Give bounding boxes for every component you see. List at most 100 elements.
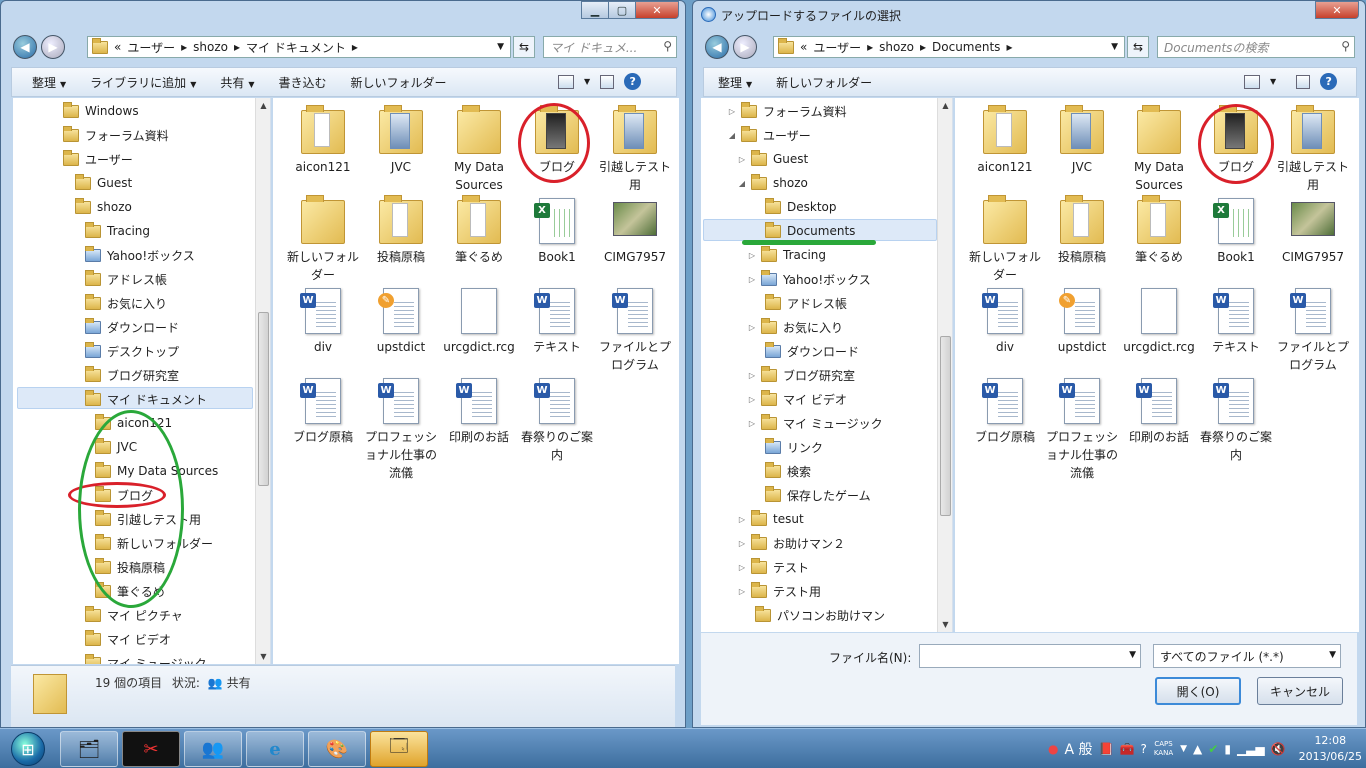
- tree-item[interactable]: ▷ テスト用: [737, 580, 821, 602]
- scroll-down-arrow[interactable]: ▼: [938, 617, 952, 632]
- title-bar[interactable]: ▁ ▢ ✕: [1, 1, 685, 27]
- tree-item[interactable]: ▷ マイ ミュージック: [747, 412, 883, 434]
- update-icon[interactable]: ✔: [1208, 742, 1218, 756]
- help-icon[interactable]: ?: [1320, 73, 1338, 90]
- file-item[interactable]: W テキスト: [1196, 284, 1276, 356]
- tree-item[interactable]: 検索: [751, 460, 811, 482]
- tree-item[interactable]: shozo: [61, 196, 132, 218]
- tree-item[interactable]: フォーラム資料: [49, 124, 169, 146]
- file-item[interactable]: X Book1: [517, 194, 597, 266]
- scroll-thumb[interactable]: [258, 312, 269, 486]
- expand-arrow-icon[interactable]: ▷: [737, 563, 747, 572]
- tree-item[interactable]: マイ ピクチャ: [71, 604, 183, 626]
- ime-dictionary-icon[interactable]: 📕: [1099, 742, 1114, 756]
- expand-arrow-icon[interactable]: ▷: [727, 107, 737, 116]
- file-list[interactable]: aicon121 JVC My Data Sources ブログ 引越しテスト用 新しいフ…: [955, 98, 1359, 632]
- scrollbar[interactable]: ▲ ▼: [255, 98, 270, 664]
- expand-arrow-icon[interactable]: ▷: [737, 155, 747, 164]
- start-button[interactable]: ⊞: [2, 729, 54, 768]
- file-item[interactable]: ✎ upstdict: [361, 284, 441, 356]
- file-item[interactable]: W プロフェッショナル仕事の流儀: [361, 374, 441, 482]
- volume-muted-icon[interactable]: 🔇: [1271, 742, 1286, 756]
- chevron-down-icon[interactable]: ▼: [584, 77, 590, 86]
- tree-item[interactable]: ダウンロード: [71, 316, 179, 338]
- ie-taskbar-button[interactable]: e: [246, 731, 304, 767]
- file-item[interactable]: aicon121: [283, 104, 363, 176]
- tree-item[interactable]: ◢ ユーザー: [727, 124, 811, 146]
- file-item[interactable]: urcgdict.rcg: [1119, 284, 1199, 356]
- search-icon[interactable]: ⚲: [1341, 39, 1350, 53]
- tree-item[interactable]: ▷ Guest: [737, 148, 808, 170]
- tree-item[interactable]: Desktop: [751, 196, 837, 218]
- preview-pane-icon[interactable]: [1296, 74, 1311, 89]
- forward-button[interactable]: ▶: [41, 35, 65, 59]
- organize-menu[interactable]: 整理 ▼: [704, 74, 764, 91]
- chevron-down-icon[interactable]: ▼: [497, 42, 504, 52]
- tree-item[interactable]: aicon121: [81, 412, 172, 434]
- breadcrumb-item[interactable]: ユーザー: [813, 39, 861, 56]
- file-item[interactable]: 筆ぐるめ: [1119, 194, 1199, 266]
- tree-item[interactable]: Documents: [751, 220, 855, 242]
- back-button[interactable]: ◀: [705, 35, 729, 59]
- expand-arrow-icon[interactable]: ▷: [747, 371, 757, 380]
- file-item[interactable]: W ファイルとプログラム: [1273, 284, 1353, 374]
- tree-item[interactable]: 筆ぐるめ: [81, 580, 165, 602]
- address-bar[interactable]: « ユーザー ▸ shozo ▸ マイ ドキュメント ▸ ▼: [87, 36, 511, 58]
- file-item[interactable]: X Book1: [1196, 194, 1276, 266]
- paint-taskbar-button[interactable]: 🎨: [308, 731, 366, 767]
- file-item[interactable]: W 印刷のお話: [1119, 374, 1199, 446]
- tree-item[interactable]: アドレス帳: [751, 292, 847, 314]
- tree-item[interactable]: ブログ研究室: [71, 364, 179, 386]
- file-item[interactable]: W 春祭りのご案内: [1196, 374, 1276, 464]
- file-item[interactable]: CIMG7957: [595, 194, 675, 266]
- scroll-up-arrow[interactable]: ▲: [256, 98, 270, 113]
- expanded-arrow-icon[interactable]: ◢: [727, 131, 737, 140]
- device-icon[interactable]: ▮: [1224, 742, 1231, 756]
- minimize-button[interactable]: ▁: [581, 1, 609, 19]
- tree-item[interactable]: アドレス帳: [71, 268, 167, 290]
- cancel-button[interactable]: キャンセル: [1257, 677, 1343, 705]
- file-item[interactable]: W ファイルとプログラム: [595, 284, 675, 374]
- tree-item[interactable]: 引越しテスト用: [81, 508, 201, 530]
- open-button[interactable]: 開く(O): [1155, 677, 1241, 705]
- refresh-button[interactable]: ⇆: [1127, 36, 1149, 58]
- forward-button[interactable]: ▶: [733, 35, 757, 59]
- file-item[interactable]: JVC: [1042, 104, 1122, 176]
- expand-arrow-icon[interactable]: ▷: [737, 539, 747, 548]
- tree-item[interactable]: 保存したゲーム: [751, 484, 871, 506]
- file-item[interactable]: 新しいフォルダー: [965, 194, 1045, 284]
- add-to-library-menu[interactable]: ライブラリに追加 ▼: [78, 74, 208, 91]
- file-item[interactable]: ブログ: [517, 104, 597, 176]
- scroll-up-arrow[interactable]: ▲: [938, 98, 952, 113]
- tree-item[interactable]: ▷ お気に入り: [747, 316, 843, 338]
- file-item[interactable]: W ブログ原稿: [965, 374, 1045, 446]
- security-icon[interactable]: ●: [1048, 742, 1058, 756]
- file-item[interactable]: 筆ぐるめ: [439, 194, 519, 266]
- address-bar[interactable]: « ユーザー ▸ shozo ▸ Documents ▸ ▼: [773, 36, 1125, 58]
- tree-item[interactable]: リンク: [751, 436, 823, 458]
- breadcrumb-item[interactable]: shozo: [193, 40, 228, 54]
- tree-item[interactable]: JVC: [81, 436, 137, 458]
- tree-item[interactable]: ◢ shozo: [737, 172, 808, 194]
- view-options-icon[interactable]: [1244, 74, 1260, 89]
- tree-item[interactable]: ▷ テスト: [737, 556, 809, 578]
- new-folder-button[interactable]: 新しいフォルダー: [764, 74, 884, 91]
- search-icon[interactable]: ⚲: [663, 39, 672, 53]
- preview-pane-icon[interactable]: [600, 74, 615, 89]
- breadcrumb-item[interactable]: shozo: [879, 40, 914, 54]
- file-item[interactable]: W 印刷のお話: [439, 374, 519, 446]
- clock[interactable]: 12:08 2013/06/25: [1299, 733, 1362, 765]
- tree-item[interactable]: Tracing: [71, 220, 150, 242]
- maximize-button[interactable]: ▢: [608, 1, 636, 19]
- help-icon[interactable]: ?: [624, 73, 642, 90]
- chevron-down-icon[interactable]: ▼: [1129, 650, 1136, 660]
- share-menu[interactable]: 共有 ▼: [208, 74, 266, 91]
- tree-item[interactable]: My Data Sources: [81, 460, 218, 482]
- tree-item[interactable]: 投稿原稿: [81, 556, 165, 578]
- scroll-down-arrow[interactable]: ▼: [256, 649, 270, 664]
- chevron-down-icon[interactable]: ▼: [1180, 744, 1187, 754]
- burn-button[interactable]: 書き込む: [267, 74, 339, 91]
- file-item[interactable]: aicon121: [965, 104, 1045, 176]
- file-item[interactable]: W テキスト: [517, 284, 597, 356]
- search-input[interactable]: マイ ドキュメ... ⚲: [543, 36, 677, 58]
